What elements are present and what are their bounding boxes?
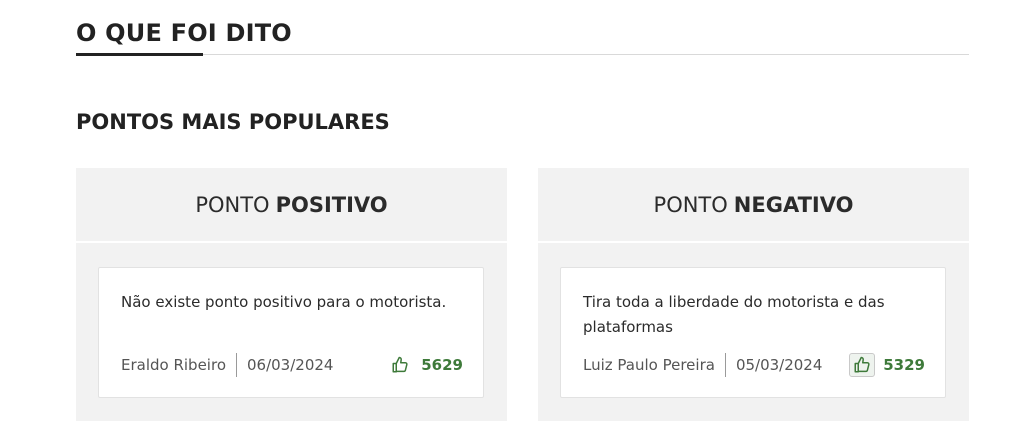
comment-meta: Luiz Paulo Pereira 05/03/2024 5329: [583, 353, 925, 377]
negative-point-panel: PONTO NEGATIVO Tira toda a liberdade do …: [538, 168, 969, 421]
comment-date: 06/03/2024: [247, 356, 334, 374]
like-group: 5329: [849, 353, 925, 377]
positive-point-panel: PONTO POSITIVO Não existe ponto positivo…: [76, 168, 507, 421]
comment-text: Tira toda a liberdade do motorista e das…: [583, 293, 885, 336]
header-label-bold: POSITIVO: [275, 192, 388, 217]
like-count: 5329: [883, 356, 925, 374]
section-title: O QUE FOI DITO: [76, 19, 292, 47]
like-count: 5629: [421, 356, 463, 374]
negative-point-header: PONTO NEGATIVO: [538, 168, 969, 243]
comment-card: Não existe ponto positivo para o motoris…: [98, 267, 484, 398]
like-group: 5629: [387, 353, 463, 377]
thumbs-up-icon: [854, 356, 870, 373]
like-button[interactable]: [387, 353, 413, 377]
popular-points-title: PONTOS MAIS POPULARES: [76, 110, 390, 134]
positive-point-header: PONTO POSITIVO: [76, 168, 507, 243]
header-label-light: PONTO: [195, 192, 270, 217]
comment-text: Não existe ponto positivo para o motoris…: [121, 293, 447, 311]
comment-date: 05/03/2024: [735, 356, 823, 374]
header-label-bold: NEGATIVO: [733, 192, 854, 217]
section-divider-accent: [76, 53, 203, 56]
like-button[interactable]: [849, 353, 876, 377]
header-label-light: PONTO: [653, 192, 728, 217]
page: O QUE FOI DITO PONTOS MAIS POPULARES PON…: [0, 0, 1024, 447]
comment-author: Luiz Paulo Pereira: [583, 353, 726, 377]
comment-meta: Eraldo Ribeiro 06/03/2024 5629: [121, 353, 463, 377]
thumbs-up-icon: [392, 356, 408, 373]
section-divider: [76, 54, 969, 55]
comment-author: Eraldo Ribeiro: [121, 353, 237, 377]
comment-card: Tira toda a liberdade do motorista e das…: [560, 267, 946, 398]
